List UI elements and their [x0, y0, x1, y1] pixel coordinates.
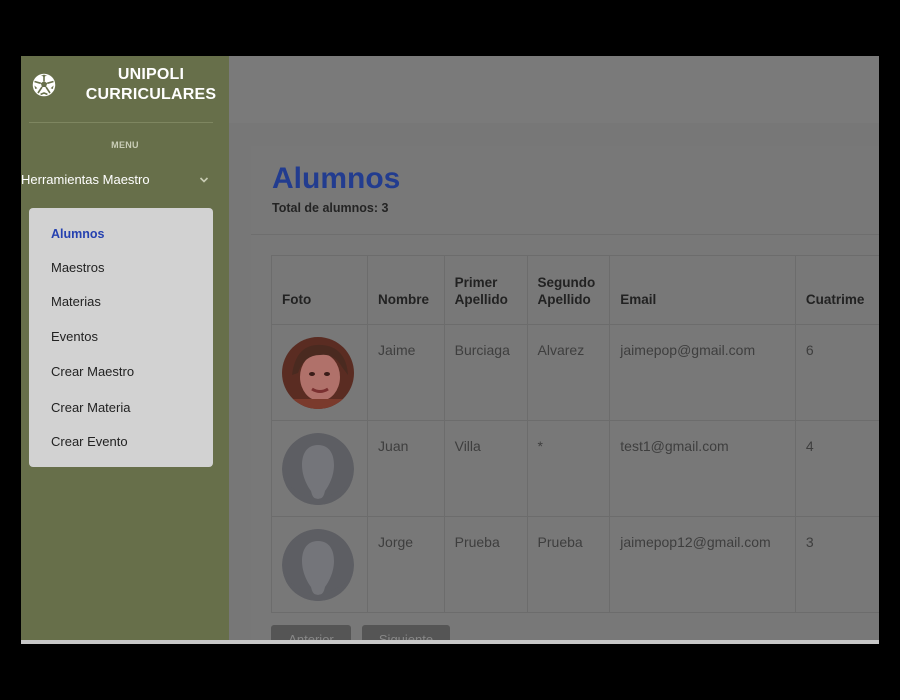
- column-header-foto: Foto: [270, 255, 369, 325]
- default-avatar-icon[interactable]: [282, 433, 354, 505]
- cell-segundo-apellido: Alvarez: [526, 324, 611, 421]
- cell-email: jaimepop12@gmail.com: [609, 516, 796, 613]
- divider: [251, 234, 879, 235]
- sidebar-item-maestros[interactable]: Maestros: [51, 260, 104, 275]
- column-header-primer-apellido: Primer Apellido: [443, 255, 528, 325]
- column-header-email: Email: [609, 255, 796, 325]
- sidebar-item-crear-evento[interactable]: Crear Evento: [51, 434, 128, 449]
- brand[interactable]: UNIPOLI CURRICULARES: [21, 56, 229, 122]
- bottom-edge: [21, 640, 879, 644]
- cell-nombre: Juan: [367, 420, 445, 517]
- sidebar-item-alumnos[interactable]: Alumnos: [51, 227, 104, 241]
- submenu: Alumnos Maestros Materias Eventos Crear …: [29, 208, 213, 467]
- app-window: UNIPOLI CURRICULARES MENU Herramientas M…: [21, 56, 879, 644]
- cell-segundo-apellido: Prueba: [526, 516, 611, 613]
- brand-line-1: UNIPOLI: [117, 66, 185, 83]
- brand-line-2: CURRICULARES: [85, 86, 217, 103]
- chevron-down-icon: [199, 177, 209, 183]
- column-header-nombre: Nombre: [367, 255, 445, 325]
- table-row[interactable]: Juan Villa * test1@gmail.com 4: [270, 420, 879, 517]
- cell-primer-apellido: Prueba: [443, 516, 528, 613]
- cell-email: test1@gmail.com: [609, 420, 796, 517]
- sidebar-group-label: Herramientas Maestro: [21, 172, 150, 187]
- table-row[interactable]: Jaime Burciaga Alvarez jaimepop@gmail.co…: [270, 324, 879, 421]
- sidebar: UNIPOLI CURRICULARES MENU Herramientas M…: [21, 56, 229, 644]
- brand-name: UNIPOLI CURRICULARES: [77, 65, 225, 105]
- cell-primer-apellido: Villa: [443, 420, 528, 517]
- student-count: Total de alumnos: 3: [272, 201, 389, 215]
- column-header-cuatrimestre: Cuatrime: [794, 255, 879, 325]
- top-navbar: [229, 56, 879, 123]
- photo-cell: [270, 516, 369, 613]
- sidebar-item-materias[interactable]: Materias: [51, 294, 101, 309]
- main-content: Alumnos Total de alumnos: 3 Foto Nombre …: [229, 123, 879, 644]
- sidebar-group-herramientas-maestro[interactable]: Herramientas Maestro: [21, 170, 221, 194]
- cell-cuatrimestre: 3: [794, 516, 879, 613]
- cell-nombre: Jaime: [367, 324, 445, 421]
- sidebar-item-crear-maestro[interactable]: Crear Maestro: [51, 364, 134, 379]
- card-header: Alumnos Total de alumnos: 3: [251, 146, 879, 234]
- cell-primer-apellido: Burciaga: [443, 324, 528, 421]
- cell-email: jaimepop@gmail.com: [609, 324, 796, 421]
- default-avatar-icon[interactable]: [282, 529, 354, 601]
- table-header-row: Foto Nombre Primer Apellido Segundo Apel…: [270, 255, 879, 325]
- cell-cuatrimestre: 4: [794, 420, 879, 517]
- student-photo-avatar[interactable]: [282, 337, 354, 409]
- cell-nombre: Jorge: [367, 516, 445, 613]
- menu-heading: MENU: [111, 140, 139, 150]
- cell-cuatrimestre: 6: [794, 324, 879, 421]
- students-table: Foto Nombre Primer Apellido Segundo Apel…: [270, 255, 879, 613]
- soccer-ball-icon: [32, 73, 56, 97]
- column-header-segundo-apellido: Segundo Apellido: [526, 255, 611, 325]
- sidebar-item-crear-materia[interactable]: Crear Materia: [51, 400, 130, 415]
- photo-cell: [270, 324, 369, 421]
- table-row[interactable]: Jorge Prueba Prueba jaimepop12@gmail.com…: [270, 516, 879, 613]
- divider: [29, 122, 213, 123]
- cell-segundo-apellido: *: [526, 420, 611, 517]
- sidebar-item-eventos[interactable]: Eventos: [51, 329, 98, 344]
- students-card: Alumnos Total de alumnos: 3 Foto Nombre …: [251, 146, 879, 644]
- page-title: Alumnos: [272, 162, 401, 195]
- photo-cell: [270, 420, 369, 517]
